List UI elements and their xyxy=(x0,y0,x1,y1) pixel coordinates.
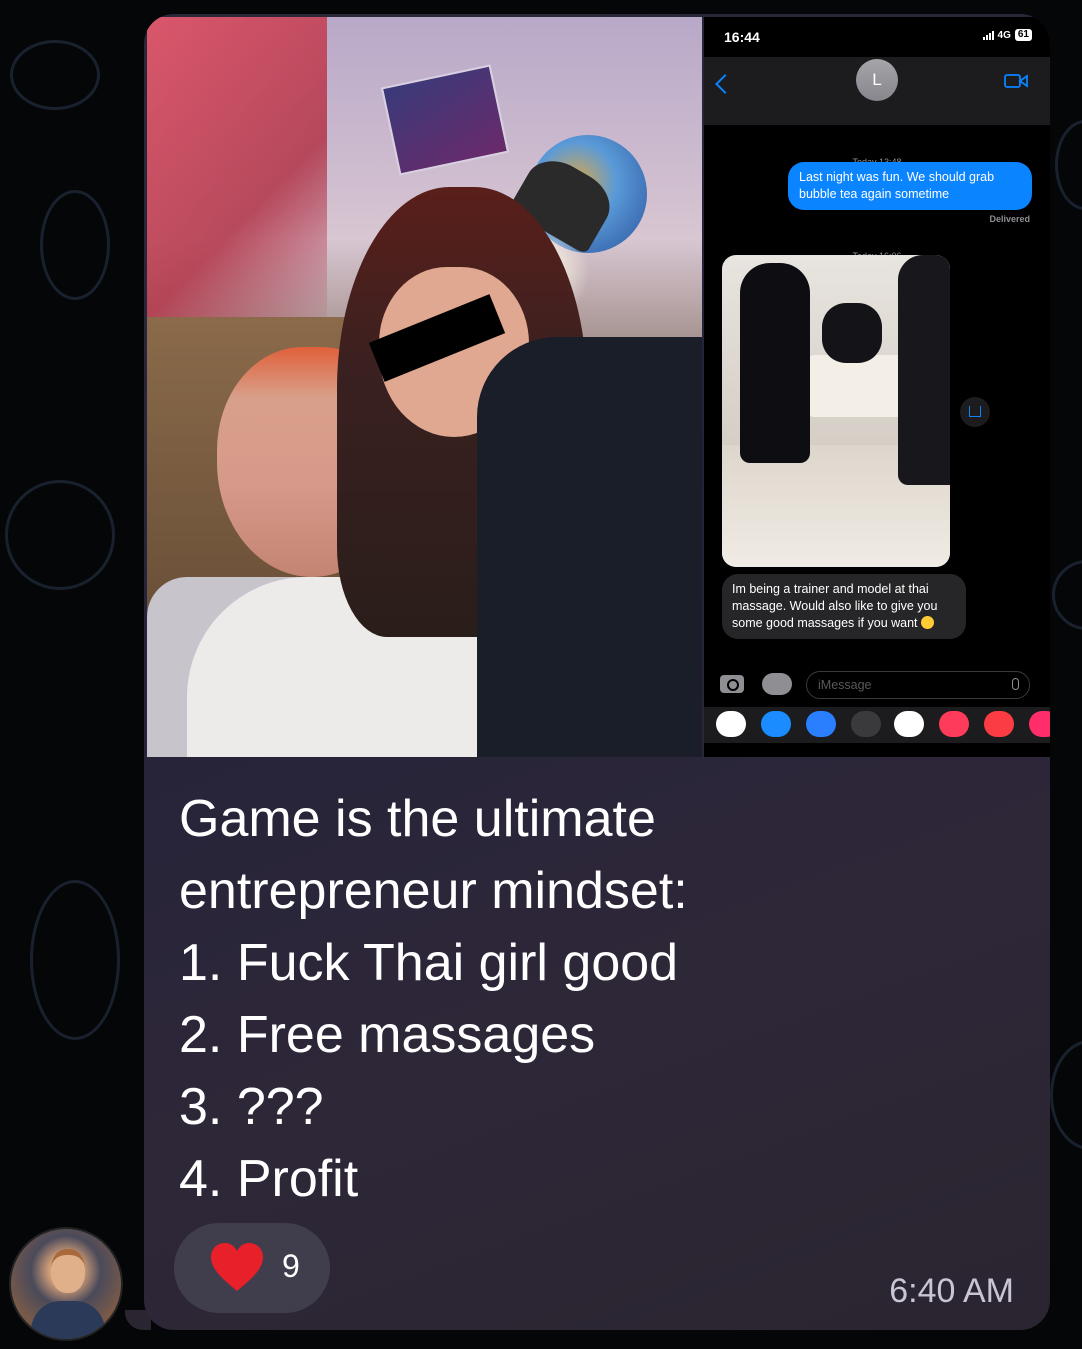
status-indicators: 4G 61 xyxy=(982,29,1032,41)
photo-wall xyxy=(147,17,327,337)
doodle-shape xyxy=(40,190,110,300)
imessage-input[interactable]: iMessage xyxy=(806,671,1030,699)
avatar-head xyxy=(51,1249,85,1293)
tongue-emoji-icon xyxy=(921,616,935,629)
caption-line: 1. Fuck Thai girl good xyxy=(179,934,679,992)
audio-message-icon[interactable] xyxy=(806,711,836,737)
message-bubble[interactable]: 16:44 4G 61 L Today 13:48 Last nigh xyxy=(144,14,1050,1330)
doodle-shape xyxy=(1052,560,1082,630)
search-images-icon[interactable] xyxy=(939,711,969,737)
back-chevron-icon[interactable] xyxy=(715,74,735,94)
video-call-icon[interactable] xyxy=(1004,73,1028,89)
photo-woman-top xyxy=(477,337,702,757)
conversation-header: L xyxy=(704,57,1050,125)
selfie-photo[interactable] xyxy=(147,17,702,757)
status-time: 16:44 xyxy=(724,29,760,45)
compose-bar: iMessage xyxy=(704,667,1050,707)
media-album: 16:44 4G 61 L Today 13:48 Last nigh xyxy=(144,14,1050,757)
photo-poster xyxy=(380,64,510,176)
delivered-status: Delivered xyxy=(989,214,1030,224)
caption-line: entrepreneur mindset: xyxy=(179,862,688,920)
received-photo[interactable] xyxy=(722,255,950,567)
img-person xyxy=(822,303,882,363)
sent-message-bubble[interactable]: Last night was fun. We should grab bubbl… xyxy=(788,162,1032,210)
message-time: 6:40 AM xyxy=(889,1272,1014,1310)
doodle-shape xyxy=(5,480,115,590)
img-person xyxy=(898,255,950,485)
caption-line: 4. Profit xyxy=(179,1150,359,1208)
heart-icon xyxy=(211,1243,263,1291)
contact-avatar[interactable]: L xyxy=(856,59,898,101)
reaction-chip[interactable]: 9 xyxy=(174,1223,330,1313)
battery-icon: 61 xyxy=(1014,29,1032,41)
app-store-app-icon[interactable] xyxy=(761,711,791,737)
status-bar: 16:44 4G 61 xyxy=(704,17,1050,57)
doodle-shape xyxy=(10,40,100,110)
digital-touch-icon[interactable] xyxy=(1029,711,1050,737)
caption-line: 2. Free massages xyxy=(179,1006,596,1064)
img-person xyxy=(740,263,810,463)
imessage-placeholder: iMessage xyxy=(818,678,872,692)
mic-icon[interactable] xyxy=(1012,678,1019,690)
memoji-icon[interactable] xyxy=(851,711,881,737)
received-message-bubble[interactable]: Im being a trainer and model at thai mas… xyxy=(722,574,966,639)
caption-line: 3. ??? xyxy=(179,1078,324,1136)
imessage-screenshot[interactable]: 16:44 4G 61 L Today 13:48 Last nigh xyxy=(704,17,1050,757)
doodle-shape xyxy=(1050,1040,1082,1150)
sender-avatar[interactable] xyxy=(9,1227,123,1341)
network-label: 4G xyxy=(997,29,1011,41)
received-message-text: Im being a trainer and model at thai mas… xyxy=(732,582,938,630)
save-media-icon[interactable] xyxy=(960,397,990,427)
camera-icon[interactable] xyxy=(720,675,744,693)
app-store-icon[interactable] xyxy=(762,673,792,695)
music-app-icon[interactable] xyxy=(984,711,1014,737)
app-drawer xyxy=(704,707,1050,743)
photos-app-icon[interactable] xyxy=(716,711,746,737)
doodle-shape xyxy=(30,880,120,1040)
memoji-stickers-icon[interactable] xyxy=(894,711,924,737)
avatar-shirt xyxy=(31,1301,105,1339)
signal-icon xyxy=(982,30,994,40)
message-caption: Game is the ultimate entrepreneur mindse… xyxy=(179,783,1019,1215)
caption-line: Game is the ultimate xyxy=(179,790,656,848)
reaction-count: 9 xyxy=(282,1248,300,1284)
doodle-shape xyxy=(1055,120,1082,210)
